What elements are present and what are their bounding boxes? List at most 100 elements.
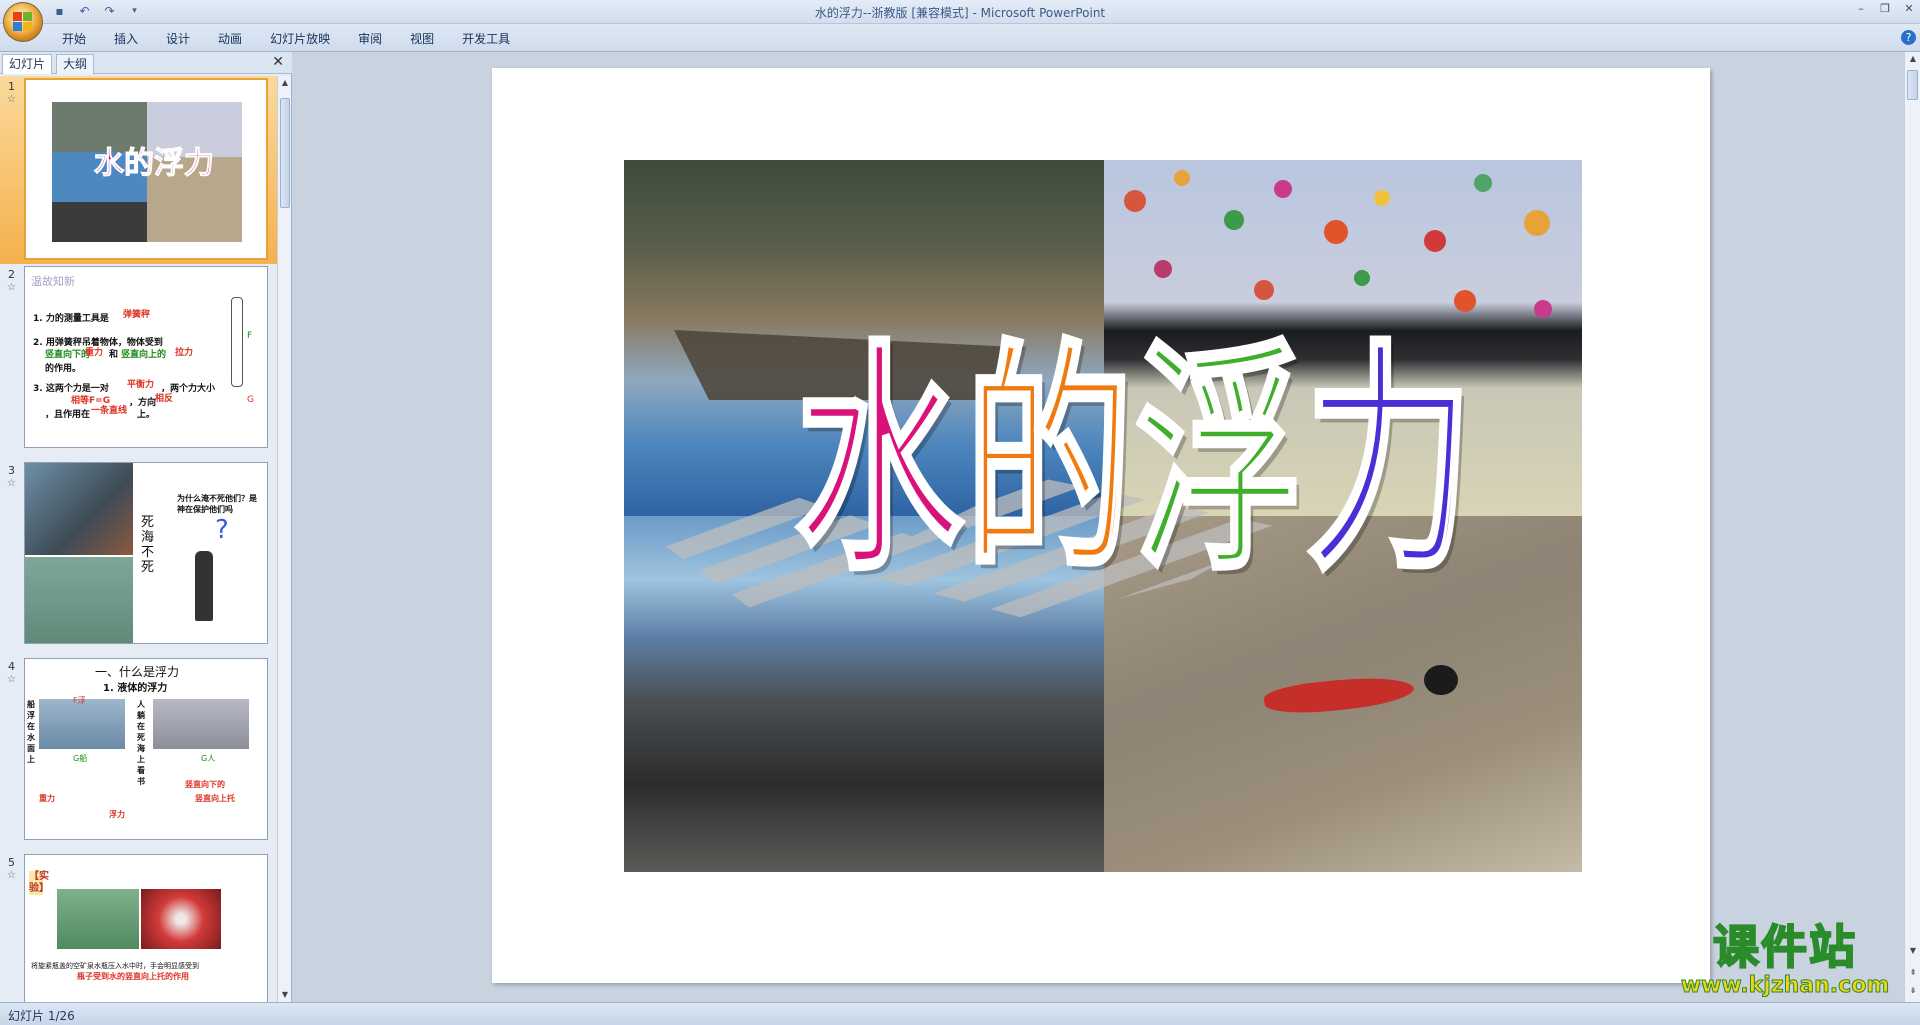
slide-photo-collage[interactable]: 水 的 浮 力 (624, 160, 1582, 872)
balloon (1254, 280, 1274, 300)
thumbnail-row[interactable]: 4 ☆ 一、什么是浮力 1. 液体的浮力 船浮在水面上 人躺在死海上看书 F浮 … (0, 656, 278, 852)
balloon (1174, 170, 1190, 186)
animation-star-icon: ☆ (7, 870, 16, 881)
animation-star-icon: ☆ (7, 478, 16, 489)
balloon (1524, 210, 1550, 236)
current-slide[interactable]: 水 的 浮 力 (492, 68, 1710, 983)
thumbnail-text: 的作用。 (45, 364, 82, 374)
help-icon[interactable]: ? (1901, 30, 1916, 45)
balloon (1424, 230, 1446, 252)
office-logo-icon (13, 12, 33, 32)
thumbnail-number: 3 (8, 464, 15, 477)
thumbnail-label: G船 (73, 754, 88, 763)
tab-slideshow[interactable]: 幻灯片放映 (256, 30, 344, 48)
balloon (1354, 270, 1370, 286)
slide-title-wordart[interactable]: 水 的 浮 力 (794, 310, 1475, 610)
thumbnail-answer: 弹簧秤 (123, 310, 151, 320)
balloon (1324, 220, 1348, 244)
thumbnail-slide-4[interactable]: 一、什么是浮力 1. 液体的浮力 船浮在水面上 人躺在死海上看书 F浮 G船 G… (24, 658, 268, 840)
scrollbar-thumb[interactable] (280, 98, 290, 208)
tab-developer[interactable]: 开发工具 (448, 30, 524, 48)
thumbnail-text: ，且作用在 (45, 410, 91, 420)
thumbnail-label: F浮 (73, 696, 86, 705)
thumbnail-figure (195, 551, 213, 621)
thumbnail-answer: 平衡力 (127, 380, 155, 390)
thumbnail-number: 5 (8, 856, 15, 869)
animation-star-icon: ☆ (7, 674, 16, 685)
scroll-up-icon[interactable]: ▲ (1905, 52, 1920, 66)
scrollbar-thumb[interactable] (1907, 70, 1918, 100)
thumbnail-answer: 一条直线 (91, 406, 128, 416)
thumbnail-ship (39, 699, 125, 749)
balloon (1154, 260, 1172, 278)
animation-star-icon: ☆ (7, 94, 16, 105)
ribbon: 开始 插入 设计 动画 幻灯片放映 审阅 视图 开发工具 ? (0, 24, 1920, 52)
watermark-logo: 课件站 www.kjzhan.com (1670, 919, 1900, 1000)
thumbnail-slide-5[interactable]: 【实验】 将旋紧瓶盖的空矿泉水瓶压入水中时，手会明显感受到 瓶子受到水的竖直向上… (24, 854, 268, 1002)
animation-star-icon: ☆ (7, 282, 16, 293)
thumbnail-text: 1. 力的测量工具是 (33, 314, 109, 324)
tab-slides[interactable]: 幻灯片 (2, 54, 53, 74)
thumbnail-label: G人 (201, 754, 216, 763)
tab-home[interactable]: 开始 (48, 30, 100, 48)
scroll-down-icon[interactable]: ▼ (1905, 944, 1920, 958)
title-char: 的 (964, 316, 1135, 604)
thumbnail-text: 上。 (137, 410, 156, 420)
balloon (1534, 300, 1552, 318)
editor-scrollbar[interactable]: ▲ ▼ ⇞ ⇟ (1904, 52, 1920, 1002)
slide-editor: 水 的 浮 力 (296, 52, 1902, 1002)
window-title: 水的浮力--浙教版 [兼容模式] - Microsoft PowerPoint (814, 6, 1106, 20)
thumbnail-answer: 竖直向上的 (121, 350, 167, 360)
thumbnail-answer: 拉力 (175, 348, 194, 358)
thumbnail-raft (52, 202, 147, 242)
thumbnail-text: 将旋紧瓶盖的空矿泉水瓶压入水中时，手会明显感受到 (31, 962, 199, 970)
pane-close-icon[interactable]: ✕ (272, 54, 284, 70)
slide-indicator: 幻灯片 1/26 (8, 1009, 75, 1023)
thumbnail-number: 1 (8, 80, 15, 93)
thumbnail-slide-1[interactable]: 水的浮力 (24, 78, 268, 260)
balloon (1454, 290, 1476, 312)
restore-icon[interactable]: ❐ (1878, 2, 1892, 16)
thumbnail-text: 为什么淹不死他们？是神在保护他们吗 (177, 494, 257, 514)
thumbnail-title: 死海不死 (141, 515, 155, 575)
thumbnail-row[interactable]: 3 ☆ 死海不死 为什么淹不死他们？是神在保护他们吗 ? (0, 460, 278, 656)
thumbnail-number: 4 (8, 660, 15, 673)
close-icon[interactable]: ✕ (1902, 2, 1916, 16)
title-bar: ▪ ↶ ↷ ▾ 水的浮力--浙教版 [兼容模式] - Microsoft Pow… (0, 0, 1920, 24)
scroll-up-icon[interactable]: ▲ (278, 76, 292, 90)
thumbnail-answer: 浮力 (109, 810, 125, 819)
title-char: 浮 (1134, 316, 1305, 604)
tab-review[interactable]: 审阅 (344, 30, 396, 48)
thumbnail-answer: 竖直向上托 (195, 794, 235, 803)
thumbnail-slide-2[interactable]: 温故知新 1. 力的测量工具是 弹簧秤 2. 用弹簧秤吊着物体，物体受到 竖直向… (24, 266, 268, 448)
minimize-icon[interactable]: – (1854, 2, 1868, 16)
balloon (1124, 190, 1146, 212)
thumbnail-scrollbar[interactable]: ▲ ▼ (277, 76, 291, 1002)
thumbnail-answer: 重力 (85, 348, 104, 358)
tab-insert[interactable]: 插入 (100, 30, 152, 48)
thumbnail-answer: 瓶子受到水的竖直向上托的作用 (77, 972, 189, 981)
thumbnail-text: 船浮在水面上 (27, 700, 35, 764)
thumbnail-row[interactable]: 1 ☆ 水的浮力 (0, 76, 278, 264)
thumbnail-row[interactable]: 5 ☆ 【实验】 将旋紧瓶盖的空矿泉水瓶压入水中时，手会明显感受到 瓶子受到水的… (0, 852, 278, 1002)
window-controls: – ❐ ✕ (1854, 2, 1916, 16)
scroll-down-icon[interactable]: ▼ (278, 988, 292, 1002)
thumbnail-answer: 重力 (39, 794, 55, 803)
thumbnail-answer: 竖直向下的 (45, 350, 91, 360)
slides-pane: 幻灯片 大纲 ✕ 1 ☆ 水的浮力 2 ☆ 温故知新 1. 力的测量工具是 弹簧… (0, 52, 292, 1002)
thumbnail-photo (25, 557, 133, 643)
thumbnail-label: F (247, 331, 253, 341)
tab-animations[interactable]: 动画 (204, 30, 256, 48)
office-button[interactable] (3, 2, 43, 42)
tab-design[interactable]: 设计 (152, 30, 204, 48)
thumbnail-slide-3[interactable]: 死海不死 为什么淹不死他们？是神在保护他们吗 ? (24, 462, 268, 644)
thumbnail-row[interactable]: 2 ☆ 温故知新 1. 力的测量工具是 弹簧秤 2. 用弹簧秤吊着物体，物体受到… (0, 264, 278, 460)
title-char: 力 (1304, 316, 1475, 604)
thumbnail-answer: 竖直向下的 (185, 780, 225, 789)
tab-view[interactable]: 视图 (396, 30, 448, 48)
thumbnail-heading: 【实验】 (29, 871, 49, 895)
next-slide-icon[interactable]: ⇟ (1905, 984, 1920, 998)
previous-slide-icon[interactable]: ⇞ (1905, 966, 1920, 980)
tab-outline[interactable]: 大纲 (56, 54, 95, 74)
thumbnail-heading: 一、什么是浮力 (95, 665, 180, 679)
